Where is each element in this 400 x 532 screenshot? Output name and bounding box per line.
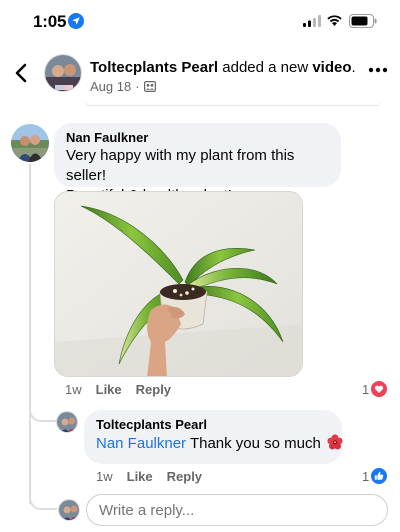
- post-date[interactable]: Aug 18: [90, 79, 131, 94]
- composer-connector: [29, 480, 57, 510]
- comment-reactions[interactable]: 1: [362, 381, 388, 397]
- header-action-text: added a new: [218, 59, 313, 76]
- comment-reply-button[interactable]: Reply: [136, 382, 171, 397]
- reply-bubble[interactable]: Toltecplants Pearl Nan Faulkner Thank yo…: [84, 410, 343, 464]
- reply-actions: 1w Like Reply: [96, 469, 202, 484]
- video-link[interactable]: video: [312, 59, 351, 76]
- comment-reaction-count: 1: [362, 381, 370, 397]
- current-user-avatar: [58, 499, 80, 521]
- status-bar: 1:05: [0, 0, 400, 44]
- mention-link[interactable]: Nan Faulkner: [96, 435, 186, 452]
- write-reply-input[interactable]: [86, 494, 388, 526]
- location-arrow-icon: [68, 13, 84, 29]
- love-reaction-icon: [371, 381, 388, 397]
- wifi-icon: [327, 15, 342, 26]
- reply-reactions[interactable]: 1: [362, 468, 388, 484]
- comment-actions: 1w Like Reply: [65, 382, 171, 397]
- author-avatar[interactable]: [44, 54, 82, 92]
- post-header: Toltecplants Pearl added a new video. Au…: [0, 44, 400, 104]
- reply-connector: [29, 390, 57, 422]
- back-chevron-icon[interactable]: [12, 62, 30, 84]
- hibiscus-emoji-icon: [327, 434, 343, 450]
- more-options-icon[interactable]: [368, 66, 388, 74]
- reply-text: Nan Faulkner Thank you so much: [96, 433, 343, 455]
- cellular-signal-icon: [303, 15, 321, 27]
- author-name-link[interactable]: Toltecplants Pearl: [90, 59, 218, 76]
- comment-like-button[interactable]: Like: [96, 382, 122, 397]
- post-header-title: Toltecplants Pearl added a new video.: [90, 59, 360, 76]
- reply-reaction-count: 1: [362, 468, 370, 484]
- previous-comment-edge: [86, 103, 380, 106]
- comment-time: 1w: [65, 382, 82, 397]
- reply-time: 1w: [96, 469, 113, 484]
- clock: 1:05: [33, 12, 67, 31]
- replier-avatar[interactable]: [56, 411, 78, 433]
- battery-icon: [349, 14, 377, 28]
- thread-line: [29, 164, 31, 504]
- header-suffix: .: [351, 59, 356, 76]
- commenter-avatar[interactable]: [11, 124, 49, 162]
- comment-bubble[interactable]: Nan Faulkner Very happy with my plant fr…: [54, 123, 341, 204]
- reply-reply-button[interactable]: Reply: [167, 469, 202, 484]
- comment-photo[interactable]: [54, 191, 303, 377]
- comment-text-line-1: Very happy with my plant from this selle…: [66, 147, 295, 184]
- reply-message: Thank you so much: [186, 435, 321, 452]
- friends-audience-icon: [143, 81, 156, 92]
- meta-separator: ·: [135, 79, 140, 94]
- replier-name[interactable]: Toltecplants Pearl: [96, 416, 330, 433]
- reply-like-button[interactable]: Like: [127, 469, 153, 484]
- commenter-name[interactable]: Nan Faulkner: [66, 129, 329, 146]
- post-meta: Aug 18 ·: [90, 79, 156, 94]
- like-reaction-icon: [371, 468, 388, 484]
